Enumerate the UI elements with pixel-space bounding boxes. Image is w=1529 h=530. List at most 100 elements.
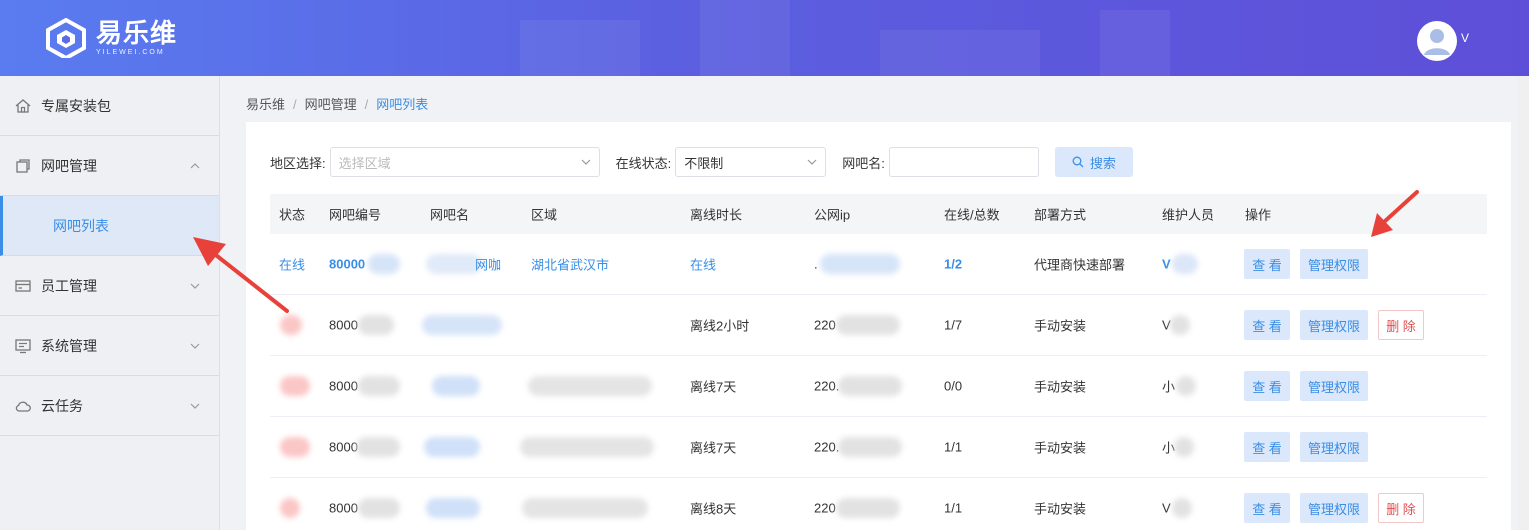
redacted-mask <box>522 498 648 518</box>
deploy-method-cell: 手动安装 <box>1034 501 1087 517</box>
delete-button[interactable]: 删 除 <box>1378 310 1424 340</box>
column-header: 操作 <box>1245 207 1272 223</box>
offline-duration-cell: 离线8天 <box>690 501 737 517</box>
netbar-id-cell[interactable]: 8000 <box>329 440 358 455</box>
status-value: 不限制 <box>684 155 724 171</box>
manage-permission-button[interactable]: 管理权限 <box>1300 493 1368 523</box>
online-count-cell[interactable]: 1/1 <box>944 501 962 516</box>
breadcrumb-item[interactable]: 易乐维 <box>246 97 285 112</box>
column-header: 网吧名 <box>430 207 470 223</box>
netbar-id-cell[interactable]: 80000 <box>329 257 365 272</box>
redacted-mask <box>358 376 400 396</box>
netbar-id-cell[interactable]: 8000 <box>329 379 358 394</box>
online-count-cell[interactable]: 1/2 <box>944 257 962 272</box>
region-cell: 湖北省武汉市 <box>531 257 610 273</box>
manage-permission-button[interactable]: 管理权限 <box>1300 249 1368 279</box>
manage-permission-button[interactable]: 管理权限 <box>1300 310 1368 340</box>
search-button-label: 搜索 <box>1089 155 1116 171</box>
netbar-name-input[interactable] <box>888 147 1039 177</box>
redacted-mask <box>280 376 310 396</box>
online-count-cell[interactable]: 1/1 <box>944 440 962 455</box>
manage-permission-button[interactable]: 管理权限 <box>1300 371 1368 401</box>
window-icon <box>14 157 32 175</box>
sidebar-item-cloud-tasks[interactable]: 云任务 <box>0 376 219 436</box>
avatar[interactable] <box>1416 21 1457 61</box>
sidebar-item-label: 网吧管理 <box>41 157 97 174</box>
app-logo[interactable]: 易乐维 YILEWEI.COM <box>44 18 177 58</box>
maintainer-cell: V <box>1162 500 1171 516</box>
region-select[interactable]: 选择区域 <box>329 147 600 177</box>
content-card: 地区选择: 选择区域 在线状态: 不限制 网吧名: 搜索 状态 网吧编号 网吧名… <box>246 122 1511 530</box>
redacted-mask <box>1172 254 1198 274</box>
netbar-id-cell[interactable]: 8000 <box>329 501 358 516</box>
redacted-mask <box>356 437 400 457</box>
netbar-name-cell[interactable]: 网咖 <box>475 255 501 274</box>
breadcrumb-separator: / <box>364 97 369 112</box>
sidebar-item-install-package[interactable]: 专属安装包 <box>0 76 219 136</box>
region-label: 地区选择: <box>270 155 326 171</box>
deploy-method-cell: 手动安装 <box>1034 379 1087 395</box>
monitor-icon <box>14 337 32 355</box>
view-button[interactable]: 查 看 <box>1244 310 1290 340</box>
redacted-mask <box>280 498 300 518</box>
status-select[interactable]: 不限制 <box>675 147 827 177</box>
redacted-mask <box>1172 498 1192 518</box>
redacted-mask <box>838 437 902 457</box>
deploy-method-cell: 手动安装 <box>1034 440 1087 456</box>
search-button[interactable]: 搜索 <box>1054 147 1133 177</box>
table-header: 状态 网吧编号 网吧名 区域 离线时长 公网ip 在线/总数 部署方式 维护人员… <box>270 194 1487 234</box>
chevron-down-icon <box>190 343 200 349</box>
ip-cell: 220. <box>814 378 840 394</box>
view-button[interactable]: 查 看 <box>1244 493 1290 523</box>
user-name: V <box>1460 31 1469 45</box>
logo-text: 易乐维 <box>96 18 178 48</box>
breadcrumb-separator: / <box>293 97 297 112</box>
redacted-mask <box>358 315 394 335</box>
column-header: 在线/总数 <box>944 207 1000 223</box>
column-header: 部署方式 <box>1034 207 1087 223</box>
sidebar-item-label: 员工管理 <box>41 277 97 294</box>
redacted-mask <box>836 498 900 518</box>
ip-cell: . <box>814 256 818 272</box>
table-row: 8000 离线7天 220. 1/1 手动安装 小 查 看 管理权限 <box>270 417 1487 478</box>
column-header: 公网ip <box>814 207 851 223</box>
filter-bar: 地区选择: 选择区域 在线状态: 不限制 网吧名: 搜索 <box>270 147 1133 177</box>
chevron-down-icon <box>190 403 200 409</box>
breadcrumb-item[interactable]: 网吧管理 <box>305 97 357 112</box>
online-count-cell[interactable]: 1/7 <box>944 318 962 333</box>
chevron-down-icon <box>190 283 200 289</box>
redacted-mask <box>426 254 482 274</box>
column-header: 离线时长 <box>690 207 743 223</box>
delete-button[interactable]: 删 除 <box>1378 493 1424 523</box>
vertical-scrollbar[interactable] <box>1517 76 1529 530</box>
sidebar-item-netbar-list[interactable]: 网吧列表 <box>0 196 219 256</box>
sidebar-item-staff-management[interactable]: 员工管理 <box>0 256 219 316</box>
redacted-mask <box>1170 315 1190 335</box>
redacted-mask <box>358 498 400 518</box>
sidebar-item-netbar-management[interactable]: 网吧管理 <box>0 136 219 196</box>
view-button[interactable]: 查 看 <box>1244 249 1290 279</box>
breadcrumb: 易乐维 / 网吧管理 / 网吧列表 <box>246 94 428 113</box>
view-button[interactable]: 查 看 <box>1244 432 1290 462</box>
netbar-table: 状态 网吧编号 网吧名 区域 离线时长 公网ip 在线/总数 部署方式 维护人员… <box>270 194 1487 530</box>
column-header: 状态 <box>279 207 306 223</box>
region-placeholder: 选择区域 <box>338 155 391 171</box>
offline-duration-cell: 在线 <box>690 257 717 273</box>
deploy-method-cell: 代理商快速部署 <box>1034 257 1126 273</box>
redacted-mask <box>422 315 502 335</box>
view-button[interactable]: 查 看 <box>1244 371 1290 401</box>
logo-subtext: YILEWEI.COM <box>96 49 165 56</box>
netbar-id-cell[interactable]: 8000 <box>329 318 358 333</box>
redacted-mask <box>836 315 900 335</box>
cloud-icon <box>14 397 32 415</box>
maintainer-cell: 小 <box>1162 379 1176 395</box>
online-count-cell[interactable]: 0/0 <box>944 379 962 394</box>
offline-duration-cell: 离线7天 <box>690 379 737 395</box>
ip-cell: 220 <box>814 500 836 516</box>
offline-duration-cell: 离线7天 <box>690 440 737 456</box>
search-icon <box>1072 156 1084 168</box>
manage-permission-button[interactable]: 管理权限 <box>1300 432 1368 462</box>
user-menu[interactable]: V <box>1416 21 1469 61</box>
sidebar-item-system-management[interactable]: 系统管理 <box>0 316 219 376</box>
redacted-mask <box>520 437 654 457</box>
